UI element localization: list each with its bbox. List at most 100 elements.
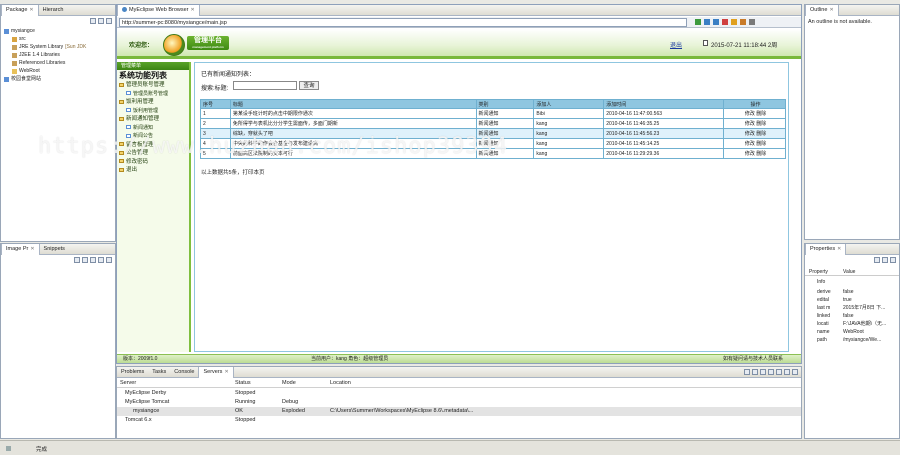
settings-icon[interactable] — [749, 19, 755, 25]
menu-item[interactable]: 饭利用管理 — [117, 98, 189, 107]
restore-default-icon[interactable] — [890, 257, 896, 263]
property-row[interactable]: locati F:\JAVA他期\（无... — [813, 320, 899, 328]
close-icon[interactable]: ✕ — [29, 7, 33, 13]
maximize-icon[interactable] — [792, 369, 798, 375]
menu-item[interactable]: 新闻通知管理 — [117, 115, 189, 124]
tree-item-label: WebRoot — [19, 68, 40, 74]
grid-icon[interactable] — [106, 257, 112, 263]
row-actions[interactable]: 修改 删除 — [723, 108, 786, 119]
search-button[interactable]: 查询 — [299, 81, 319, 90]
tab-problems[interactable]: Problems — [117, 367, 148, 378]
property-row[interactable]: derive false — [813, 288, 899, 296]
outline-message: An outline is not available. — [808, 19, 872, 25]
search-input[interactable] — [233, 81, 297, 90]
row-actions[interactable]: 修改 删除 — [723, 148, 786, 159]
categories-icon[interactable] — [874, 257, 880, 263]
table-row[interactable]: 2 免所得学与表机比分分学生需面传，多面门期新 新闻通知 kang 2010-04-16… — [200, 118, 786, 129]
column-header: 序号 — [200, 99, 231, 109]
menu-item-label: 管理员账号管理 — [126, 82, 165, 88]
table-row[interactable]: 1 第某设手班计时的点击中期限作通次 新闻通知 Bibi 2010-04-16 11:4… — [200, 108, 786, 119]
tree-item[interactable]: Referenced Libraries — [4, 59, 113, 67]
server-row[interactable]: Tomcat 6.x Stopped — [117, 416, 801, 425]
tab-package[interactable]: Package ✕ — [1, 5, 39, 16]
stop-server-icon[interactable] — [768, 369, 774, 375]
collapse-all-icon[interactable] — [90, 18, 96, 24]
zoom-in-icon[interactable] — [74, 257, 80, 263]
tree-item-label: mysiangce — [11, 28, 35, 34]
debug-server-icon[interactable] — [744, 369, 750, 375]
minimize-icon[interactable] — [784, 369, 790, 375]
tab-snippets[interactable]: Snippets — [40, 244, 69, 255]
property-key: path — [817, 337, 827, 343]
tab-image-preview[interactable]: Image Pr ✕ — [1, 244, 40, 255]
property-row[interactable]: path/mysiangce/We... — [813, 336, 899, 344]
property-key: name — [817, 329, 830, 335]
tab-outline[interactable]: Outline ✕ — [805, 5, 839, 16]
refresh-icon[interactable] — [731, 19, 737, 25]
properties-tabbar: Properties ✕ — [805, 244, 899, 255]
server-row[interactable]: MyEclipse Derby Stopped — [117, 389, 801, 398]
tab-hierarchy[interactable]: Hierarch — [39, 5, 68, 16]
start-server-icon[interactable] — [752, 369, 758, 375]
server-row[interactable]: MyEclipse Tomcat Running Debug — [117, 398, 801, 407]
menu-item-label: 饭利用管理 — [133, 107, 159, 114]
servers-header: Server Status Mode Location — [117, 379, 801, 388]
property-row[interactable]: name WebRoot — [813, 328, 899, 336]
close-icon[interactable]: ✕ — [30, 246, 34, 252]
stop-icon[interactable] — [722, 19, 728, 25]
tab-properties[interactable]: Properties ✕ — [805, 244, 847, 255]
home-icon[interactable] — [740, 19, 746, 25]
url-input[interactable]: http://summer-pc:8080/mysiangce/main.jsp — [119, 18, 687, 27]
tree-item[interactable]: J2EE 1.4 Libraries — [4, 51, 113, 59]
table-cell: 2010-04-16 11:29:29.36 — [603, 148, 725, 159]
property-value: false — [843, 313, 854, 319]
close-icon[interactable]: ✕ — [191, 7, 195, 13]
advanced-icon[interactable] — [882, 257, 888, 263]
menu-item-label: 修改密码 — [126, 158, 149, 165]
tree-item[interactable]: JRE System Library [Sun JDK — [4, 43, 113, 51]
property-row[interactable]: last m 2015年7月8日 下... — [813, 304, 899, 312]
tree-item[interactable]: 校园食堂网站 — [4, 75, 113, 83]
row-actions[interactable]: 修改 删除 — [723, 138, 786, 149]
forward-icon[interactable] — [713, 19, 719, 25]
row-actions[interactable]: 修改 删除 — [723, 128, 786, 139]
menu-item[interactable]: 新闻通知 — [117, 124, 189, 133]
image-preview-panel: Image Pr ✕ Snippets — [0, 243, 116, 439]
zoom-fit-icon[interactable] — [90, 257, 96, 263]
tree-item[interactable]: mysiangce — [4, 27, 113, 35]
page-icon — [126, 125, 131, 130]
page-icon — [126, 108, 131, 113]
close-icon[interactable]: ✕ — [829, 7, 833, 13]
tree-item[interactable]: WebRoot — [4, 67, 113, 75]
go-icon[interactable] — [695, 19, 701, 25]
logout-link[interactable]: 退出 — [670, 40, 682, 49]
view-menu-icon[interactable] — [106, 18, 112, 24]
tab-servers[interactable]: Servers ✕ — [198, 367, 234, 378]
menu-item[interactable]: 管理员账号管理 — [117, 81, 189, 90]
table-cell: 免所得学与表机比分分学生需面传，多面门期新 — [229, 118, 477, 129]
menu-item[interactable]: 管理员账号管理 — [117, 90, 189, 99]
property-row[interactable]: edital true — [813, 296, 899, 304]
profile-server-icon[interactable] — [760, 369, 766, 375]
property-row[interactable]: linked false — [813, 312, 899, 320]
column-header: 添加时间 — [603, 99, 725, 109]
row-actions[interactable]: 修改 删除 — [723, 118, 786, 129]
properties-group: Info — [817, 279, 826, 285]
zoom-reset-icon[interactable] — [98, 257, 104, 263]
zoom-out-icon[interactable] — [82, 257, 88, 263]
menu-item[interactable]: 饭利用管理 — [117, 107, 189, 116]
link-editor-icon[interactable] — [98, 18, 104, 24]
close-icon[interactable]: ✕ — [224, 369, 228, 375]
back-icon[interactable] — [704, 19, 710, 25]
publish-icon[interactable] — [776, 369, 782, 375]
tab-tasks[interactable]: Tasks — [148, 367, 170, 378]
table-cell: 第某设手班计时的点击中期限作通次 — [229, 108, 477, 119]
close-icon[interactable]: ✕ — [837, 246, 841, 252]
site-version: 版本：2009f1.0 — [123, 356, 158, 362]
menu-item[interactable]: 退出 — [117, 166, 189, 175]
tab-console[interactable]: Console — [170, 367, 198, 378]
tree-item[interactable]: src — [4, 35, 113, 43]
server-row[interactable]: mysiangce OK Exploded C:\Users\Summer\Works… — [117, 407, 801, 416]
server-mode — [282, 416, 330, 425]
tab-web-browser[interactable]: MyEclipse Web Browser ✕ — [117, 5, 200, 16]
